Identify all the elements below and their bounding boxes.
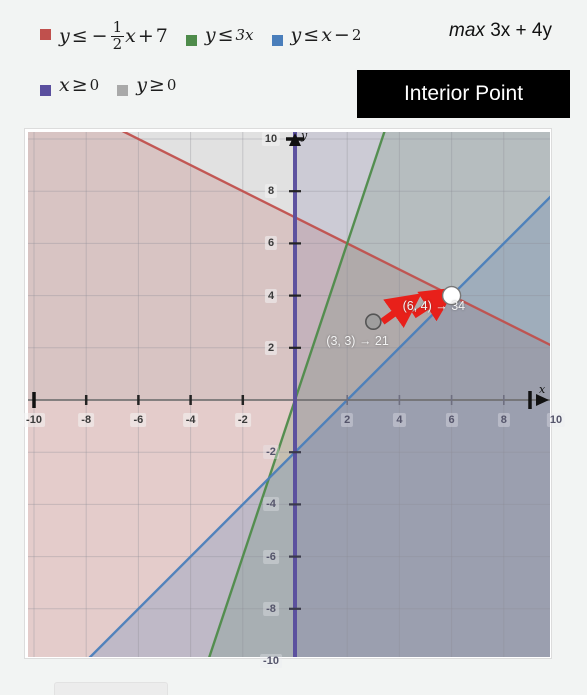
legend-label-constraint-4: x ≥ 0 [59, 76, 99, 95]
interior-point-next [441, 285, 462, 306]
c1-fraction-numerator: 1 [112, 18, 123, 36]
c2-y: y [204, 24, 216, 47]
region-constraint-5 [28, 132, 550, 400]
objective-keyword: max [449, 20, 485, 41]
c4-ge: ≥ [71, 74, 88, 96]
objective-expression: 3x + 4y [490, 20, 552, 41]
legend-swatch-constraint-1 [40, 29, 51, 40]
legend-item-constraint-4[interactable]: x ≥ 0 [40, 76, 99, 96]
c1-fraction: 1 2 [110, 18, 125, 54]
legend-item-constraint-5[interactable]: y ≥ 0 [117, 76, 176, 96]
c5-constant: 0 [166, 76, 177, 94]
c5-ge: ≥ [148, 74, 165, 96]
x-axis-name: x [539, 383, 546, 396]
c3-constant: 2 [351, 26, 362, 45]
plot-svg [28, 132, 550, 657]
legend-label-constraint-2: y ≤ 3x [205, 26, 254, 45]
c2-le: ≤ [217, 24, 234, 47]
legend-swatch-constraint-2 [185, 35, 197, 47]
legend-label-constraint-5: y ≥ 0 [136, 76, 176, 95]
c1-plus: + [137, 24, 154, 47]
c1-y: y [59, 24, 70, 47]
plot-frame: -10 -8 -6 -4 -2 2 4 6 8 10 -10 -8 -6 -4 -2 2 4 6 8 10 x y (3, … [23, 128, 566, 668]
legend-item-constraint-3[interactable]: y ≤ x − 2 [271, 26, 362, 47]
c4-constant: 0 [89, 76, 100, 94]
c1-le: ≤ [71, 24, 88, 47]
legend-swatch-constraint-3 [271, 35, 283, 47]
interior-point-button-label: Interior Point [403, 82, 524, 105]
c1-constant: 7 [155, 24, 168, 47]
c1-x: x [125, 24, 136, 47]
c3-y: y [290, 24, 302, 47]
legend-label-constraint-1: y ≤ − 1 2 x + 7 [59, 18, 168, 54]
c4-x: x [59, 74, 70, 96]
interior-point-button[interactable]: Interior Point [357, 70, 570, 118]
y-axis-name: y [301, 129, 308, 142]
legend-label-constraint-3: y ≤ x − 2 [291, 26, 362, 45]
c1-minus: − [91, 24, 108, 47]
c3-x: x [321, 24, 332, 47]
legend-swatch-constraint-5 [117, 85, 129, 96]
legend-item-constraint-1[interactable]: y ≤ − 1 2 x + 7 [40, 18, 168, 54]
c3-le: ≤ [303, 24, 320, 47]
objective-function: max 3x + 4y [449, 20, 552, 42]
c5-y: y [136, 74, 147, 96]
c1-fraction-denominator: 2 [112, 35, 123, 54]
legend-swatch-constraint-4 [40, 85, 51, 96]
plot-canvas[interactable] [28, 132, 550, 657]
interior-point-current [364, 313, 382, 330]
c3-minus: − [333, 24, 350, 47]
legend-row-1: y ≤ − 1 2 x + 7 y ≤ 3x y ≤ x − 2 [40, 18, 379, 54]
legend-item-constraint-2[interactable]: y ≤ 3x [185, 26, 254, 47]
c2-rhs: 3x [235, 26, 254, 45]
legend-row-2: x ≥ 0 y ≥ 0 [40, 76, 194, 96]
